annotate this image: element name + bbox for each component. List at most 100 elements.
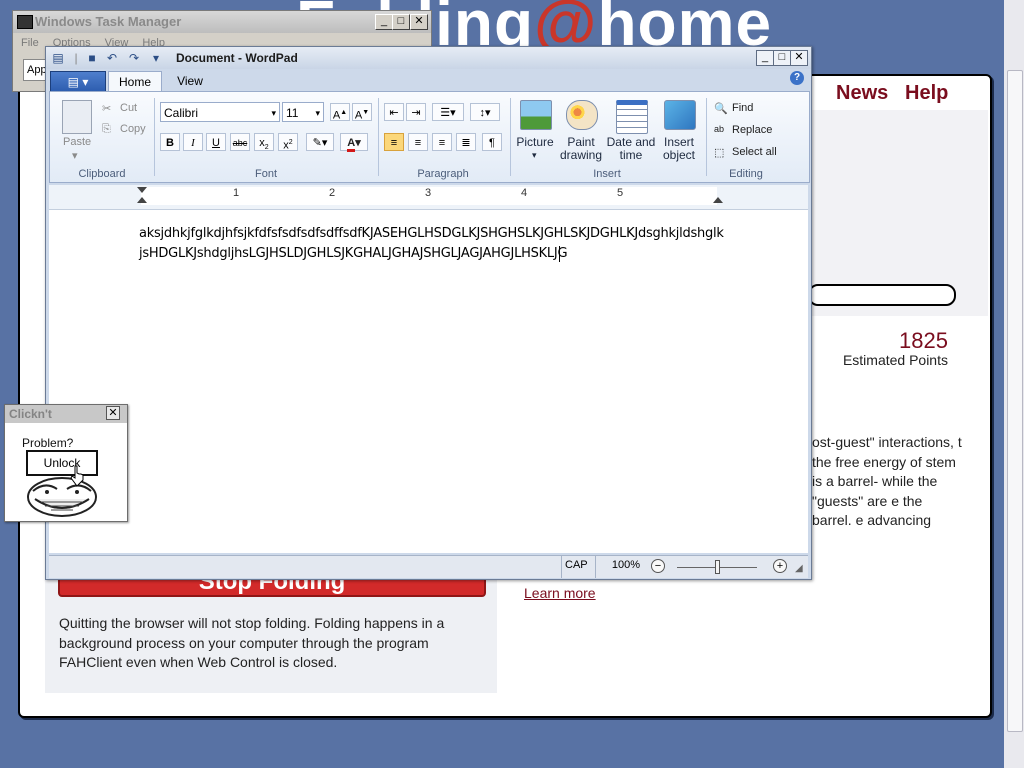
- paint-drawing-button[interactable]: Paint drawing: [556, 136, 606, 162]
- increase-indent-icon[interactable]: ⇥: [406, 103, 426, 121]
- application-menu-button[interactable]: ▤ ▾: [50, 71, 106, 93]
- resize-grip-icon[interactable]: ◢: [795, 563, 803, 574]
- copy-icon[interactable]: ⎘: [102, 123, 111, 136]
- underline-icon[interactable]: U: [206, 133, 226, 151]
- minimize-icon[interactable]: _: [375, 14, 393, 30]
- left-indent-marker[interactable]: [137, 197, 147, 203]
- wordpad-app-icon[interactable]: ▤: [50, 51, 66, 65]
- font-color-icon[interactable]: A▾: [340, 133, 368, 152]
- help-icon[interactable]: ?: [790, 71, 804, 85]
- undo-icon[interactable]: ↶: [104, 51, 120, 65]
- close-icon[interactable]: ✕: [790, 50, 808, 66]
- line-spacing-icon[interactable]: ↕▾: [470, 103, 500, 121]
- paste-dropdown-icon[interactable]: ▾: [72, 149, 78, 162]
- group-separator: [706, 98, 707, 176]
- align-center-icon[interactable]: ≡: [408, 133, 428, 151]
- zoom-level[interactable]: 100%: [611, 559, 641, 571]
- clickn-title: Clickn't: [9, 407, 52, 421]
- tab-home[interactable]: Home: [108, 71, 162, 93]
- close-icon[interactable]: ✕: [410, 14, 428, 30]
- zoom-in-icon[interactable]: +: [773, 559, 787, 573]
- ruler-number: 5: [617, 187, 624, 199]
- insert-group-label: Insert: [593, 168, 621, 180]
- clickn-titlebar[interactable]: Clickn't ✕: [5, 405, 127, 423]
- wordpad-title: Document - WordPad: [176, 51, 298, 65]
- nav-help-link[interactable]: Help: [905, 82, 948, 105]
- group-separator: [154, 98, 155, 176]
- align-left-icon[interactable]: ≡: [384, 133, 404, 151]
- close-icon[interactable]: ✕: [106, 406, 120, 420]
- cut-icon[interactable]: ✂: [102, 102, 111, 115]
- font-family-select[interactable]: Calibri ▾: [160, 102, 280, 122]
- copy-button[interactable]: Copy: [120, 123, 146, 135]
- right-indent-marker[interactable]: [713, 197, 723, 203]
- ruler-number: 1: [233, 187, 240, 199]
- clickn-question: Problem?: [22, 436, 74, 450]
- strikethrough-icon[interactable]: abc: [230, 133, 250, 151]
- zoom-out-icon[interactable]: −: [651, 559, 665, 573]
- picture-icon[interactable]: [520, 100, 552, 130]
- quit-info-text: Quitting the browser will not stop foldi…: [59, 615, 445, 671]
- first-line-indent-marker[interactable]: [137, 187, 147, 193]
- text-caret: [559, 246, 560, 262]
- justify-icon[interactable]: ≣: [456, 133, 476, 151]
- clickn-window: Clickn't ✕ Problem? Unlock: [4, 404, 128, 522]
- align-right-icon[interactable]: ≡: [432, 133, 452, 151]
- group-separator: [510, 98, 511, 176]
- bullets-icon[interactable]: ☰▾: [432, 103, 464, 121]
- task-manager-titlebar[interactable]: Windows Task Manager _ □ ✕: [13, 11, 431, 33]
- redo-icon[interactable]: ↷: [126, 51, 142, 65]
- minimize-icon[interactable]: _: [756, 50, 774, 66]
- highlight-color-icon[interactable]: ✎▾: [306, 133, 334, 151]
- maximize-icon[interactable]: □: [392, 14, 410, 30]
- insert-object-button[interactable]: Insert object: [656, 136, 702, 162]
- picture-dropdown-icon[interactable]: ▾: [532, 149, 537, 162]
- font-size-select[interactable]: 11 ▾: [282, 102, 324, 122]
- group-separator: [378, 98, 379, 176]
- save-icon[interactable]: ■: [84, 51, 100, 65]
- shrink-font-icon[interactable]: A▼: [352, 103, 372, 122]
- ruler-number: 4: [521, 187, 528, 199]
- find-button[interactable]: Find: [732, 102, 753, 114]
- grow-font-icon[interactable]: A▲: [330, 103, 350, 122]
- customize-toolbar-icon[interactable]: ▾: [148, 51, 164, 65]
- insert-object-icon[interactable]: [664, 100, 696, 130]
- superscript-icon[interactable]: x2: [278, 133, 298, 152]
- select-all-button[interactable]: Select all: [732, 146, 777, 158]
- cut-button[interactable]: Cut: [120, 102, 137, 114]
- date-time-button[interactable]: Date and time: [604, 136, 658, 162]
- italic-icon[interactable]: I: [183, 133, 203, 151]
- select-all-icon[interactable]: ⬚: [714, 146, 724, 159]
- replace-icon[interactable]: ab: [714, 124, 724, 134]
- document-text-line: aksjdhkjfglkdjhfsjkfdfsfsdfsdfsdffsdfKJA…: [139, 226, 724, 241]
- paste-icon[interactable]: [62, 100, 92, 134]
- paragraph-settings-icon[interactable]: ¶: [482, 133, 502, 151]
- clipboard-group-label: Clipboard: [78, 168, 126, 180]
- paint-drawing-icon[interactable]: [566, 100, 598, 130]
- status-bar: CAP 100% − + ◢: [49, 555, 808, 578]
- unlock-button[interactable]: Unlock: [26, 450, 98, 476]
- paste-button[interactable]: Paste: [63, 136, 91, 148]
- picture-button[interactable]: Picture: [512, 136, 558, 149]
- zoom-slider-thumb[interactable]: [715, 560, 720, 574]
- replace-button[interactable]: Replace: [732, 124, 772, 136]
- subscript-icon[interactable]: x2: [254, 133, 274, 151]
- ruler[interactable]: 1 2 3 4 5: [49, 185, 808, 209]
- maximize-icon[interactable]: □: [773, 50, 791, 66]
- project-description: ost-guest" interactions, t the free ener…: [812, 434, 962, 529]
- tab-view[interactable]: View: [170, 71, 210, 92]
- document-editor[interactable]: aksjdhkjfglkdjhfsjkfdfsfsdfsdfsdffsdfKJA…: [49, 209, 808, 553]
- decrease-indent-icon[interactable]: ⇤: [384, 103, 404, 121]
- learn-more-link[interactable]: Learn more: [524, 585, 596, 601]
- find-icon[interactable]: 🔍: [714, 102, 728, 115]
- caps-lock-indicator: CAP: [565, 559, 588, 571]
- page-scrollbar-thumb[interactable]: [1007, 70, 1023, 732]
- font-group-label: Font: [254, 168, 277, 180]
- folding-progress-bar: [808, 284, 956, 306]
- task-manager-icon: [17, 15, 33, 29]
- date-time-icon[interactable]: [616, 100, 648, 134]
- menu-file[interactable]: File: [21, 37, 39, 49]
- nav-news-link[interactable]: News: [836, 82, 888, 105]
- bold-icon[interactable]: B: [160, 133, 180, 151]
- wordpad-titlebar[interactable]: ▤ | ■ ↶ ↷ ▾ Document - WordPad _ □ ✕: [46, 47, 811, 69]
